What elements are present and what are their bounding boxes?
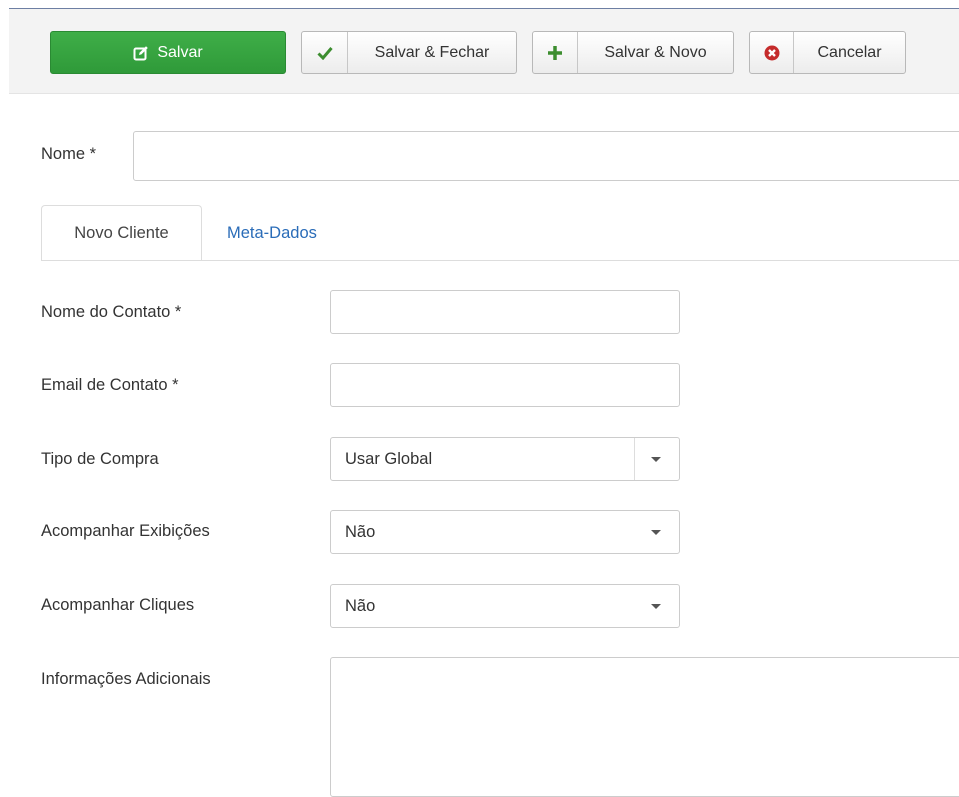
name-input[interactable] [133,131,959,181]
tab-metadata[interactable]: Meta-Dados [227,205,317,261]
track-clicks-select[interactable]: Não [330,584,680,628]
save-new-button[interactable]: Salvar & Novo [532,31,734,74]
save-new-label: Salvar & Novo [604,43,707,61]
tab-new-client[interactable]: Novo Cliente [41,205,202,261]
check-icon [302,32,348,73]
track-clicks-label: Acompanhar Cliques [41,596,195,614]
save-button[interactable]: Salvar [50,31,286,74]
cancel-circle-icon [750,32,794,73]
extra-info-label: Informações Adicionais [41,670,211,688]
save-close-label: Salvar & Fechar [374,43,490,61]
track-clicks-value: Não [345,596,376,615]
tabs-divider [41,260,959,261]
purchase-type-label: Tipo de Compra [41,450,159,468]
track-impressions-label: Acompanhar Exibições [41,522,210,540]
chevron-down-icon [651,530,661,535]
purchase-type-value: Usar Global [345,449,433,468]
chevron-down-icon [651,457,661,462]
contact-email-input[interactable] [330,363,680,407]
edit-icon [133,45,149,61]
purchase-type-select[interactable]: Usar Global [330,437,680,481]
track-impressions-select[interactable]: Não [330,510,680,554]
chevron-down-icon [651,604,661,609]
plus-icon [533,32,578,73]
select-divider [634,438,635,480]
contact-name-label: Nome do Contato * [41,303,182,321]
cancel-label: Cancelar [817,43,882,61]
name-label: Nome * [41,145,97,163]
save-button-label: Salvar [157,43,203,61]
toolbar: Salvar Salvar & Fechar Salvar & Novo Can… [9,8,959,94]
contact-name-input[interactable] [330,290,680,334]
contact-email-label: Email de Contato * [41,376,179,394]
track-impressions-value: Não [345,522,376,541]
save-close-button[interactable]: Salvar & Fechar [301,31,517,74]
extra-info-textarea[interactable] [330,657,959,797]
cancel-button[interactable]: Cancelar [749,31,906,74]
